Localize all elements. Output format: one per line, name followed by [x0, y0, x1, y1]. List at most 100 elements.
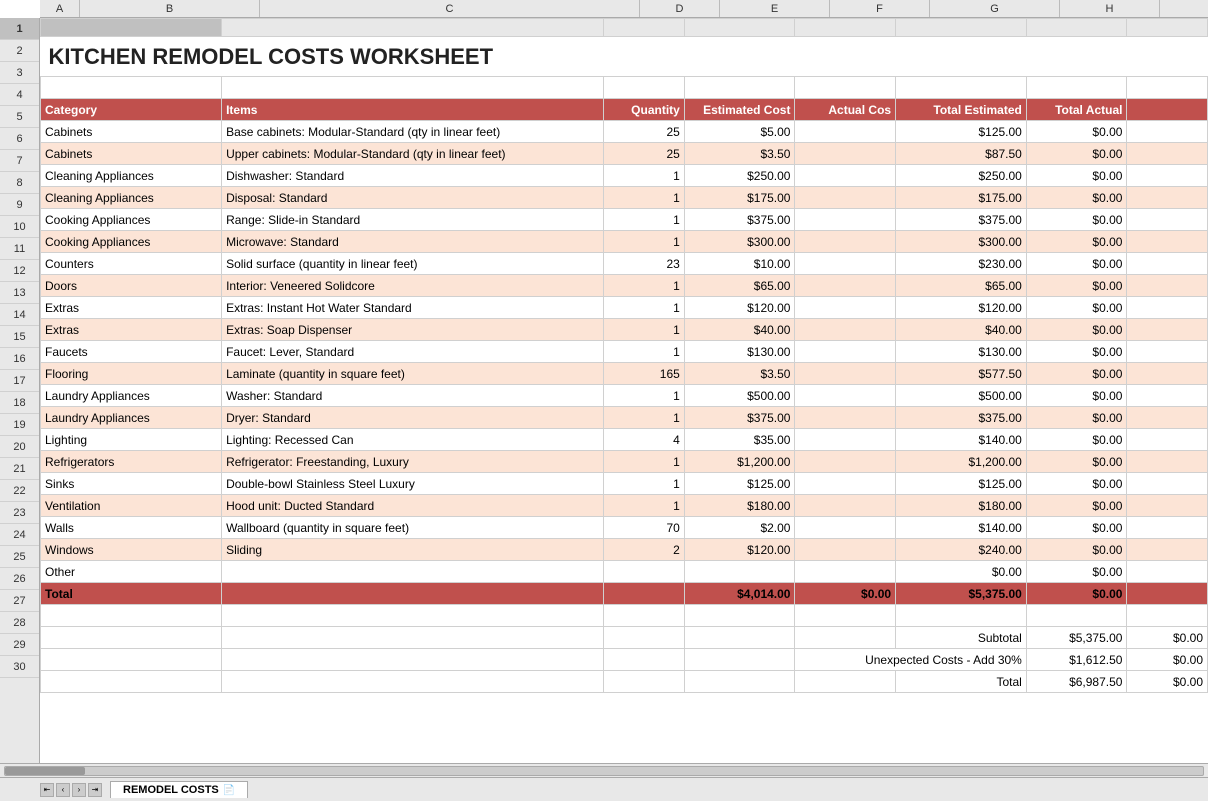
- r1c4[interactable]: [684, 19, 795, 37]
- r27c8[interactable]: [1127, 605, 1208, 627]
- cell-category[interactable]: Faucets: [41, 341, 222, 363]
- cell-tot-est[interactable]: $180.00: [896, 495, 1027, 517]
- cell-category[interactable]: Flooring: [41, 363, 222, 385]
- s30c5[interactable]: [795, 671, 896, 693]
- cell-qty[interactable]: 1: [604, 209, 684, 231]
- horizontal-scrollbar[interactable]: [4, 766, 1204, 776]
- s29c2[interactable]: [222, 649, 604, 671]
- r3c5[interactable]: [795, 77, 896, 99]
- cell-category[interactable]: Laundry Appliances: [41, 385, 222, 407]
- row-num-2[interactable]: 2: [0, 40, 39, 62]
- cell-qty[interactable]: 1: [604, 407, 684, 429]
- cell-tot-act[interactable]: $0.00: [1026, 429, 1127, 451]
- row-num-20[interactable]: 20: [0, 436, 39, 458]
- cell-qty[interactable]: 1: [604, 451, 684, 473]
- cell-tot-est[interactable]: $87.50: [896, 143, 1027, 165]
- r3c4[interactable]: [684, 77, 795, 99]
- cell-tot-act[interactable]: $0.00: [1026, 451, 1127, 473]
- cell-item[interactable]: Dishwasher: Standard: [222, 165, 604, 187]
- r27c6[interactable]: [896, 605, 1027, 627]
- cell-item[interactable]: Laminate (quantity in square feet): [222, 363, 604, 385]
- cell-est-cost[interactable]: $3.50: [684, 143, 795, 165]
- s28c2[interactable]: [222, 627, 604, 649]
- cell-qty[interactable]: 1: [604, 385, 684, 407]
- cell-act-cost[interactable]: [795, 165, 896, 187]
- r27c3[interactable]: [604, 605, 684, 627]
- cell-extra[interactable]: [1127, 539, 1208, 561]
- sheet-tab-remodel-costs[interactable]: REMODEL COSTS 📄: [110, 781, 248, 798]
- cell-tot-est[interactable]: $125.00: [896, 473, 1027, 495]
- row-num-29[interactable]: 29: [0, 634, 39, 656]
- cell-qty[interactable]: 1: [604, 319, 684, 341]
- cell-extra[interactable]: [1127, 297, 1208, 319]
- cell-est-cost[interactable]: [684, 561, 795, 583]
- cell-tot-act[interactable]: $0.00: [1026, 341, 1127, 363]
- cell-category[interactable]: Counters: [41, 253, 222, 275]
- cell-act-cost[interactable]: [795, 517, 896, 539]
- cell-extra[interactable]: [1127, 187, 1208, 209]
- cell-est-cost[interactable]: $120.00: [684, 539, 795, 561]
- cell-tot-est[interactable]: $65.00: [896, 275, 1027, 297]
- row-num-7[interactable]: 7: [0, 150, 39, 172]
- r3c2[interactable]: [222, 77, 604, 99]
- cell-est-cost[interactable]: $125.00: [684, 473, 795, 495]
- cell-tot-act[interactable]: $0.00: [1026, 517, 1127, 539]
- cell-act-cost[interactable]: [795, 275, 896, 297]
- s28c1[interactable]: [41, 627, 222, 649]
- cell-qty[interactable]: 1: [604, 187, 684, 209]
- cell-est-cost[interactable]: $35.00: [684, 429, 795, 451]
- cell-item[interactable]: Wallboard (quantity in square feet): [222, 517, 604, 539]
- cell-tot-est[interactable]: $375.00: [896, 407, 1027, 429]
- row-num-18[interactable]: 18: [0, 392, 39, 414]
- cell-est-cost[interactable]: $375.00: [684, 209, 795, 231]
- cell-tot-act[interactable]: $0.00: [1026, 407, 1127, 429]
- cell-est-cost[interactable]: $3.50: [684, 363, 795, 385]
- cell-act-cost[interactable]: [795, 363, 896, 385]
- cell-tot-act[interactable]: $0.00: [1026, 275, 1127, 297]
- cell-qty[interactable]: [604, 561, 684, 583]
- r27c5[interactable]: [795, 605, 896, 627]
- cell-act-cost[interactable]: [795, 187, 896, 209]
- cell-qty[interactable]: 1: [604, 297, 684, 319]
- row-num-19[interactable]: 19: [0, 414, 39, 436]
- cell-act-cost[interactable]: [795, 143, 896, 165]
- cell-est-cost[interactable]: $40.00: [684, 319, 795, 341]
- cell-act-cost[interactable]: [795, 539, 896, 561]
- cell-category[interactable]: Cleaning Appliances: [41, 165, 222, 187]
- cell-est-cost[interactable]: $175.00: [684, 187, 795, 209]
- cell-extra[interactable]: [1127, 253, 1208, 275]
- cell-tot-act[interactable]: $0.00: [1026, 539, 1127, 561]
- cell-tot-est[interactable]: $300.00: [896, 231, 1027, 253]
- cell-est-cost[interactable]: $300.00: [684, 231, 795, 253]
- s28c3[interactable]: [604, 627, 684, 649]
- s30c3[interactable]: [604, 671, 684, 693]
- cell-tot-act[interactable]: $0.00: [1026, 385, 1127, 407]
- cell-category[interactable]: Walls: [41, 517, 222, 539]
- cell-est-cost[interactable]: $2.00: [684, 517, 795, 539]
- cell-extra[interactable]: [1127, 341, 1208, 363]
- cell-qty[interactable]: 4: [604, 429, 684, 451]
- cell-category[interactable]: Cooking Appliances: [41, 231, 222, 253]
- row-num-22[interactable]: 22: [0, 480, 39, 502]
- cell-category[interactable]: Sinks: [41, 473, 222, 495]
- cell-qty[interactable]: 1: [604, 231, 684, 253]
- cell-extra[interactable]: [1127, 495, 1208, 517]
- scrollbar-thumb[interactable]: [5, 767, 85, 775]
- nav-last-sheet[interactable]: ⇥: [88, 783, 102, 797]
- cell-category[interactable]: Cabinets: [41, 143, 222, 165]
- r1c1[interactable]: [41, 19, 222, 37]
- cell-tot-est[interactable]: $140.00: [896, 429, 1027, 451]
- cell-item[interactable]: Dryer: Standard: [222, 407, 604, 429]
- cell-qty[interactable]: 70: [604, 517, 684, 539]
- r3c3[interactable]: [604, 77, 684, 99]
- cell-category[interactable]: Ventilation: [41, 495, 222, 517]
- cell-extra[interactable]: [1127, 319, 1208, 341]
- cell-extra[interactable]: [1127, 209, 1208, 231]
- cell-item[interactable]: Disposal: Standard: [222, 187, 604, 209]
- cell-extra[interactable]: [1127, 517, 1208, 539]
- cell-item[interactable]: Faucet: Lever, Standard: [222, 341, 604, 363]
- r1c8[interactable]: [1127, 19, 1208, 37]
- r1c7[interactable]: [1026, 19, 1127, 37]
- cell-act-cost[interactable]: [795, 495, 896, 517]
- r1c6[interactable]: [896, 19, 1027, 37]
